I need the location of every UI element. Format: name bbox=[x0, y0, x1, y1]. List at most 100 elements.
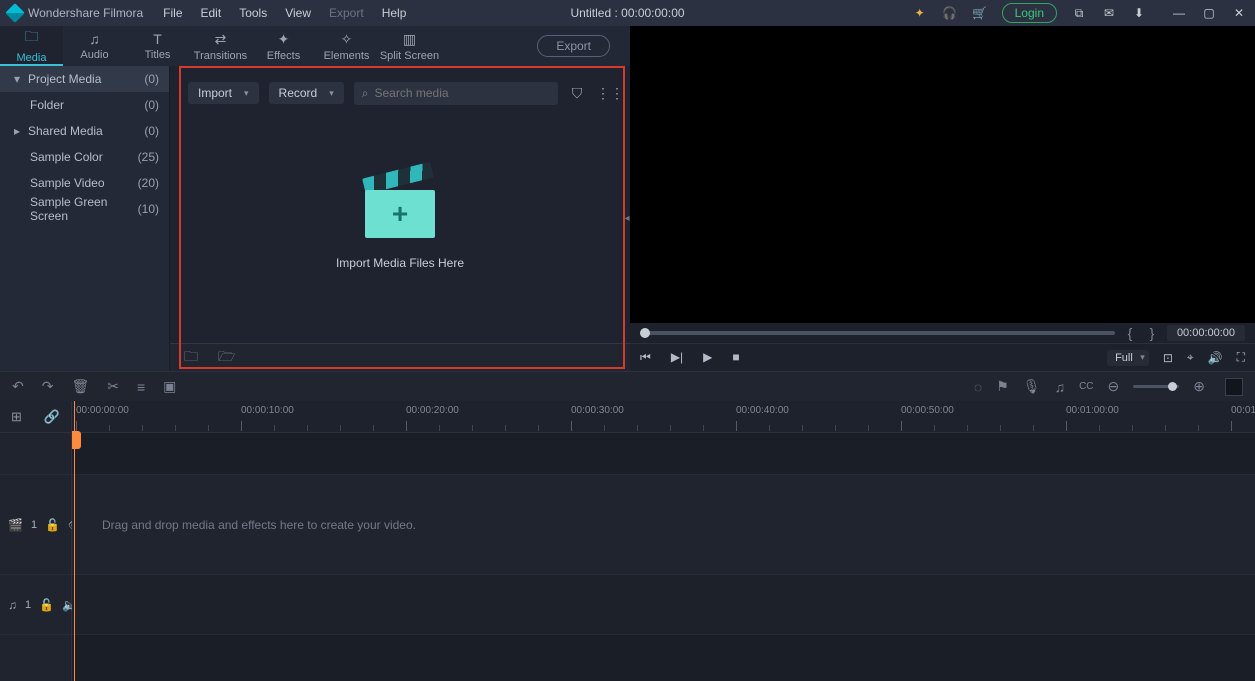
import-drop-zone[interactable]: + Import Media Files Here bbox=[170, 108, 630, 343]
menu-file[interactable]: File bbox=[163, 6, 182, 20]
zoom-in-icon[interactable]: ⊕ bbox=[1193, 378, 1205, 395]
ruler-label: 00:01:00:00 bbox=[1066, 405, 1119, 416]
panel-collapse-handle[interactable]: ◂ bbox=[623, 199, 631, 239]
audio-mixer-icon[interactable]: ♫ bbox=[1055, 379, 1066, 395]
link-icon[interactable]: 🔗 bbox=[44, 409, 60, 425]
mark-out-icon[interactable]: } bbox=[1145, 325, 1159, 341]
video-track-1[interactable]: Drag and drop media and effects here to … bbox=[72, 475, 1255, 575]
delete-icon[interactable]: 🗑 bbox=[71, 378, 89, 395]
support-icon[interactable]: 🎧 bbox=[942, 5, 958, 21]
tab-effects[interactable]: ✦ Effects bbox=[252, 26, 315, 66]
play-icon[interactable]: ▶ bbox=[703, 350, 712, 365]
text-icon: T bbox=[153, 31, 162, 47]
time-ruler[interactable]: 00:00:00:0000:00:10:0000:00:20:0000:00:3… bbox=[72, 401, 1255, 433]
zoom-slider[interactable] bbox=[1133, 385, 1179, 388]
menu-view[interactable]: View bbox=[285, 6, 311, 20]
menu-bar: File Edit Tools View Export Help bbox=[163, 6, 406, 20]
menu-edit[interactable]: Edit bbox=[201, 6, 222, 20]
record-dropdown[interactable]: Record ▾ bbox=[269, 82, 344, 104]
window-maximize-icon[interactable]: ▢ bbox=[1201, 5, 1217, 21]
tab-audio[interactable]: ♫ Audio bbox=[63, 26, 126, 66]
tab-transitions[interactable]: ⇄ Transitions bbox=[189, 26, 252, 66]
main-tab-strip: 🗀 Media ♫ Audio T Titles ⇄ Transitions ✦… bbox=[0, 26, 630, 66]
stop-icon[interactable]: ■ bbox=[732, 350, 739, 365]
track-area[interactable]: 00:00:00:0000:00:10:0000:00:20:0000:00:3… bbox=[72, 401, 1255, 681]
lock-icon[interactable]: 🔓 bbox=[39, 598, 54, 612]
menu-help[interactable]: Help bbox=[382, 6, 407, 20]
captions-icon[interactable]: CC bbox=[1079, 381, 1093, 392]
sidebar-item-shared-media[interactable]: ▸ Shared Media (0) bbox=[0, 118, 169, 144]
chevron-down-icon: ▾ bbox=[14, 72, 24, 86]
messages-icon[interactable]: ✉ bbox=[1101, 5, 1117, 21]
import-dropdown[interactable]: Import ▾ bbox=[188, 82, 259, 104]
preview-screen[interactable] bbox=[630, 26, 1255, 323]
playhead[interactable] bbox=[74, 401, 75, 681]
zoom-out-icon[interactable]: ⊖ bbox=[1108, 378, 1120, 395]
split-clip-icon[interactable]: ✂ bbox=[107, 378, 119, 395]
window-minimize-icon[interactable]: — bbox=[1171, 5, 1187, 21]
chevron-down-icon: ▾ bbox=[244, 88, 249, 99]
tab-split-screen[interactable]: ▥ Split Screen bbox=[378, 26, 441, 66]
track-manage-icon[interactable]: ⊞ bbox=[11, 409, 22, 425]
sidebar-item-folder[interactable]: Folder (0) bbox=[0, 92, 169, 118]
scrub-handle[interactable] bbox=[640, 328, 650, 338]
mark-in-icon[interactable]: { bbox=[1123, 325, 1137, 341]
elements-icon: ✧ bbox=[341, 31, 353, 48]
redo-icon[interactable]: ↷ bbox=[42, 378, 54, 395]
music-icon: ♫ bbox=[89, 31, 100, 47]
download-icon[interactable]: ⬇ bbox=[1131, 5, 1147, 21]
render-preview-icon[interactable]: ◌ bbox=[974, 379, 982, 395]
preview-scrub-bar[interactable] bbox=[640, 331, 1115, 335]
new-folder-icon[interactable]: 🗀 bbox=[184, 346, 198, 370]
play-to-next-icon[interactable]: ▶| bbox=[671, 350, 683, 365]
menu-export[interactable]: Export bbox=[329, 6, 364, 20]
marker-icon[interactable]: ⚑ bbox=[996, 378, 1009, 395]
filter-icon[interactable]: ⛉ bbox=[568, 85, 586, 102]
tab-elements[interactable]: ✧ Elements bbox=[315, 26, 378, 66]
ruler-label: 00:00:30:00 bbox=[571, 405, 624, 416]
menu-tools[interactable]: Tools bbox=[239, 6, 267, 20]
preview-controls: ⏮ ▶| ▶ ■ Full ⊡ ⌖ 🔊 ⛶ bbox=[630, 343, 1255, 371]
tips-icon[interactable]: ✦ bbox=[912, 5, 928, 21]
screenshot-icon[interactable]: ⧉ bbox=[1071, 5, 1087, 21]
zoom-handle[interactable] bbox=[1168, 382, 1177, 391]
crop-icon[interactable]: ▣ bbox=[163, 378, 176, 395]
store-icon[interactable]: 🛒 bbox=[972, 5, 988, 21]
snapshot-icon[interactable]: ⌖ bbox=[1187, 350, 1194, 365]
tab-titles[interactable]: T Titles bbox=[126, 26, 189, 66]
lock-icon[interactable]: 🔓 bbox=[45, 518, 60, 532]
spacer-track[interactable] bbox=[72, 433, 1255, 475]
video-track-icon: 🎬 bbox=[8, 518, 23, 532]
track-headers: ⊞ 🔗 🎬 1 🔓 👁 ♫ 1 🔓 🔈 bbox=[0, 401, 72, 681]
audio-track-1[interactable] bbox=[72, 575, 1255, 635]
step-back-icon[interactable]: ⏮ bbox=[640, 350, 651, 365]
ruler-label: 00:00:10:00 bbox=[241, 405, 294, 416]
sidebar-item-project-media[interactable]: ▾ Project Media (0) bbox=[0, 66, 169, 92]
sidebar-item-sample-color[interactable]: Sample Color (25) bbox=[0, 144, 169, 170]
audio-track-header[interactable]: ♫ 1 🔓 🔈 bbox=[0, 575, 71, 635]
grid-view-icon[interactable]: ⋮⋮ bbox=[596, 85, 614, 102]
title-right-cluster: ✦ 🎧 🛒 Login ⧉ ✉ ⬇ — ▢ ✕ bbox=[912, 3, 1247, 23]
search-media-wrap[interactable]: ⌕ bbox=[354, 82, 558, 105]
export-button[interactable]: Export bbox=[537, 35, 610, 57]
undo-icon[interactable]: ↶ bbox=[12, 378, 24, 395]
login-button[interactable]: Login bbox=[1002, 3, 1057, 23]
sidebar-item-sample-green-screen[interactable]: Sample Green Screen (10) bbox=[0, 196, 169, 222]
edit-tools-icon[interactable]: ≡ bbox=[137, 379, 145, 395]
safe-zone-icon[interactable]: ⊡ bbox=[1163, 351, 1173, 365]
ruler-header: ⊞ 🔗 bbox=[0, 401, 71, 433]
timeline-panel: ⊞ 🔗 🎬 1 🔓 👁 ♫ 1 🔓 🔈 00:00:00:0000:00:10:… bbox=[0, 401, 1255, 681]
background-color-chip[interactable] bbox=[1225, 378, 1243, 396]
volume-icon[interactable]: 🔊 bbox=[1208, 351, 1223, 365]
search-media-input[interactable] bbox=[375, 86, 551, 100]
search-icon: ⌕ bbox=[362, 86, 369, 101]
add-folder-icon[interactable]: 🗁 bbox=[218, 346, 235, 370]
video-track-header[interactable]: 🎬 1 🔓 👁 bbox=[0, 475, 71, 575]
sidebar-item-sample-video[interactable]: Sample Video (20) bbox=[0, 170, 169, 196]
voiceover-icon[interactable]: 🎙 bbox=[1023, 378, 1041, 395]
preview-quality-select[interactable]: Full bbox=[1107, 350, 1149, 366]
window-close-icon[interactable]: ✕ bbox=[1231, 5, 1247, 21]
tab-media[interactable]: 🗀 Media bbox=[0, 26, 63, 66]
fullscreen-icon[interactable]: ⛶ bbox=[1237, 350, 1245, 365]
ruler-label: 00:00:50:00 bbox=[901, 405, 954, 416]
